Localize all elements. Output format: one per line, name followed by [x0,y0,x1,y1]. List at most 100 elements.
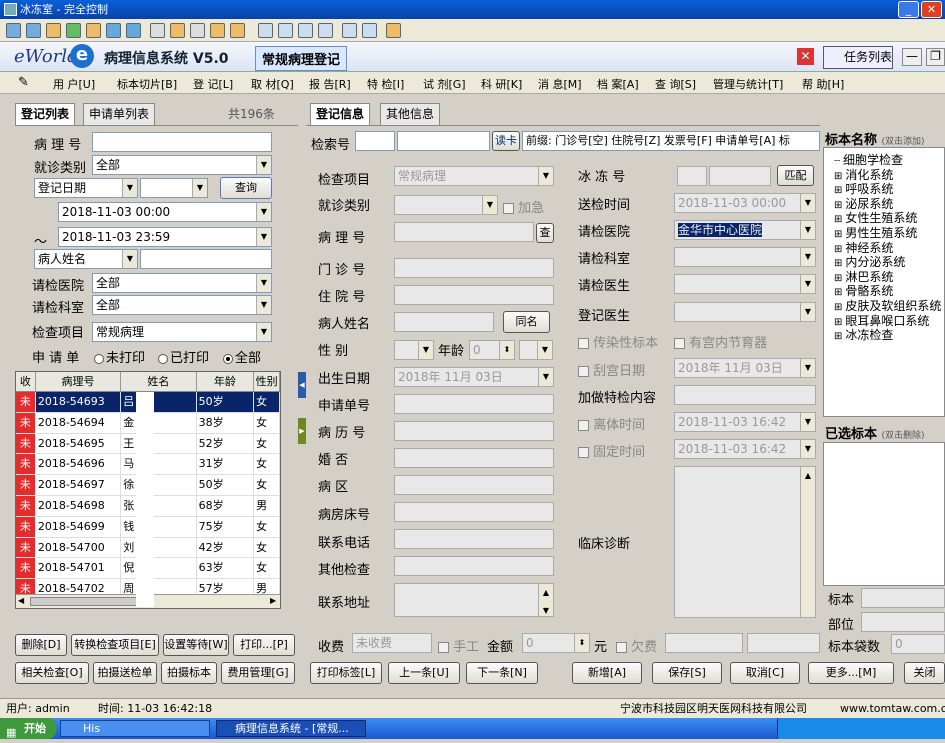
ward-input[interactable] [394,475,554,495]
expand-icon[interactable]: ⊞ [834,229,842,240]
print-label-button[interactable]: 打印标签[L] [310,662,382,684]
bag-count-input[interactable]: 0 [891,634,945,654]
toolbar-icon[interactable] [386,23,401,38]
chevron-down-icon[interactable]: ▼ [256,228,271,246]
expand-icon[interactable]: ⊞ [834,171,842,182]
marital-input[interactable] [394,448,554,468]
chevron-down-icon[interactable]: ▼ [256,274,271,292]
scroll-thumb[interactable] [30,597,150,606]
next-button[interactable]: 下一条[N] [466,662,538,684]
toolbar-icon[interactable] [46,23,61,38]
menu-query[interactable]: 查 询[S] [655,76,696,92]
toolbar-icon[interactable] [86,23,101,38]
toolbar-icon[interactable] [298,23,313,38]
chevron-down-icon[interactable]: ▼ [800,275,815,293]
tree-item[interactable]: ⊞ 皮肤及软组织系统 [824,299,944,314]
age-input[interactable]: 0 ⬍ [469,340,515,360]
scroll-icon[interactable]: ▲ ▼ [538,584,553,616]
curettage-checkbox[interactable]: 刮宫日期 [578,360,645,379]
new-button[interactable]: 新增[A] [572,662,642,684]
address-input[interactable]: ▲ ▼ [394,583,554,617]
menu-report[interactable]: 报 告[R] [309,76,351,92]
curettage-date-input[interactable]: 2018年 11月 03日 ▼ [674,358,816,378]
expand-right-icon[interactable]: ▶ [298,418,306,444]
chevron-down-icon[interactable]: ▼ [482,196,497,214]
restore-app-button[interactable]: ❐ [926,48,945,66]
clinic-no-input[interactable] [394,258,554,278]
expand-icon[interactable]: ⊞ [834,244,842,255]
exam-item-select[interactable]: 常规病理 ▼ [92,322,272,342]
expand-icon[interactable]: ⊞ [834,214,842,225]
chevron-down-icon[interactable]: ▼ [192,179,207,197]
dept-select[interactable]: 全部 ▼ [92,295,272,315]
menu-message[interactable]: 消 息[M] [538,76,582,92]
tree-item[interactable]: ⊞ 泌尿系统 [824,197,944,212]
start-button[interactable]: ▦ 开始 [0,718,56,739]
date-from-input[interactable]: 2018-11-03 00:00 ▼ [58,202,272,222]
chevron-down-icon[interactable]: ▼ [122,179,137,197]
manual-checkbox[interactable]: 手工 [438,636,479,655]
tree-item[interactable]: ⊞ 呼吸系统 [824,182,944,197]
urgent-checkbox[interactable]: 加急 [503,197,544,216]
tree-item[interactable]: ⊞ 内分泌系统 [824,255,944,270]
date-type-select[interactable]: 登记日期 ▼ [34,178,138,198]
scroll-right-icon[interactable]: ▶ [270,596,276,605]
bed-input[interactable] [394,502,554,522]
tree-item[interactable]: ⊞ 女性生殖系统 [824,211,944,226]
patient-search-input[interactable] [140,249,272,269]
spinner-icon[interactable]: ⬍ [499,341,514,359]
date-extra-select[interactable]: ▼ [140,178,208,198]
toolbar-icon[interactable] [318,23,333,38]
tab-application-list[interactable]: 申请单列表 [83,103,156,125]
toolbar-icon[interactable] [106,23,121,38]
menu-help[interactable]: 帮 助[H] [802,76,844,92]
spinner-icon[interactable]: ⬍ [574,634,589,652]
menu-archive[interactable]: 档 案[A] [597,76,639,92]
chevron-down-icon[interactable]: ▼ [122,250,137,268]
radio-printed[interactable]: 已打印 [158,347,209,366]
radio-all[interactable]: 全部 [223,347,261,366]
tree-item[interactable]: ⊞ 眼耳鼻喉口系统 [824,314,944,329]
scroll-icon[interactable]: ▲ [800,467,815,617]
visit-type-select[interactable]: ▼ [394,195,498,215]
column-header[interactable]: 性别 [254,372,280,391]
date-to-input[interactable]: 2018-11-03 23:59 ▼ [58,227,272,247]
tree-item[interactable]: ⊞ 男性生殖系统 [824,226,944,241]
search-prefix-input[interactable] [355,131,395,151]
toolbar-icon[interactable] [170,23,185,38]
set-wait-button[interactable]: 设置等待[W] [163,634,229,656]
taskbar-item-his[interactable]: His [60,720,210,737]
chevron-down-icon[interactable]: ▼ [800,440,815,458]
menu-slides[interactable]: 标本切片[B] [117,76,177,92]
convert-exam-button[interactable]: 转换检查项目[E] [71,634,159,656]
reg-doctor-select[interactable]: ▼ [674,302,816,322]
specimen-tree[interactable]: ┈ 细胞学检查 ⊞ 消化系统 ⊞ 呼吸系统 ⊞ 泌尿系统 ⊞ 女性生殖系统 ⊞ 男性生殖系统 ⊞ 神经系统… [823,147,945,417]
minimize-button[interactable]: _ [898,1,919,18]
close-button[interactable]: 关闭 [904,662,945,684]
toolbar-icon[interactable] [278,23,293,38]
expand-icon[interactable]: ⊞ [834,258,842,269]
tree-item[interactable]: ⊞ 冰冻检查 [824,328,944,343]
column-header[interactable]: 收费 [16,372,36,407]
toolbar-icon[interactable] [258,23,273,38]
toolbar-icon[interactable] [126,23,141,38]
patient-name-input[interactable] [394,312,494,332]
detach-time-input[interactable]: 2018-11-03 16:42 ▼ [674,412,816,432]
expand-icon[interactable]: ⊞ [834,317,842,328]
chevron-down-icon[interactable]: ▼ [256,203,271,221]
req-dept-select[interactable]: ▼ [674,247,816,267]
extra-special-input[interactable] [674,385,816,405]
other-exam-input[interactable] [394,556,554,576]
same-name-button[interactable]: 同名 [503,311,550,333]
iud-checkbox[interactable]: 有宫内节育器 [674,332,767,351]
expand-icon[interactable]: ⊞ [834,273,842,284]
inpatient-no-input[interactable] [394,285,554,305]
toolbar-icon[interactable] [230,23,245,38]
chevron-down-icon[interactable]: ▼ [800,248,815,266]
specimen-input[interactable] [861,588,945,608]
cancel-button[interactable]: 取消[C] [730,662,800,684]
owe-extra-input[interactable] [747,633,820,653]
pathology-no-input[interactable] [92,132,272,152]
scroll-left-icon[interactable]: ◀ [18,596,24,605]
req-doctor-select[interactable]: ▼ [674,274,816,294]
